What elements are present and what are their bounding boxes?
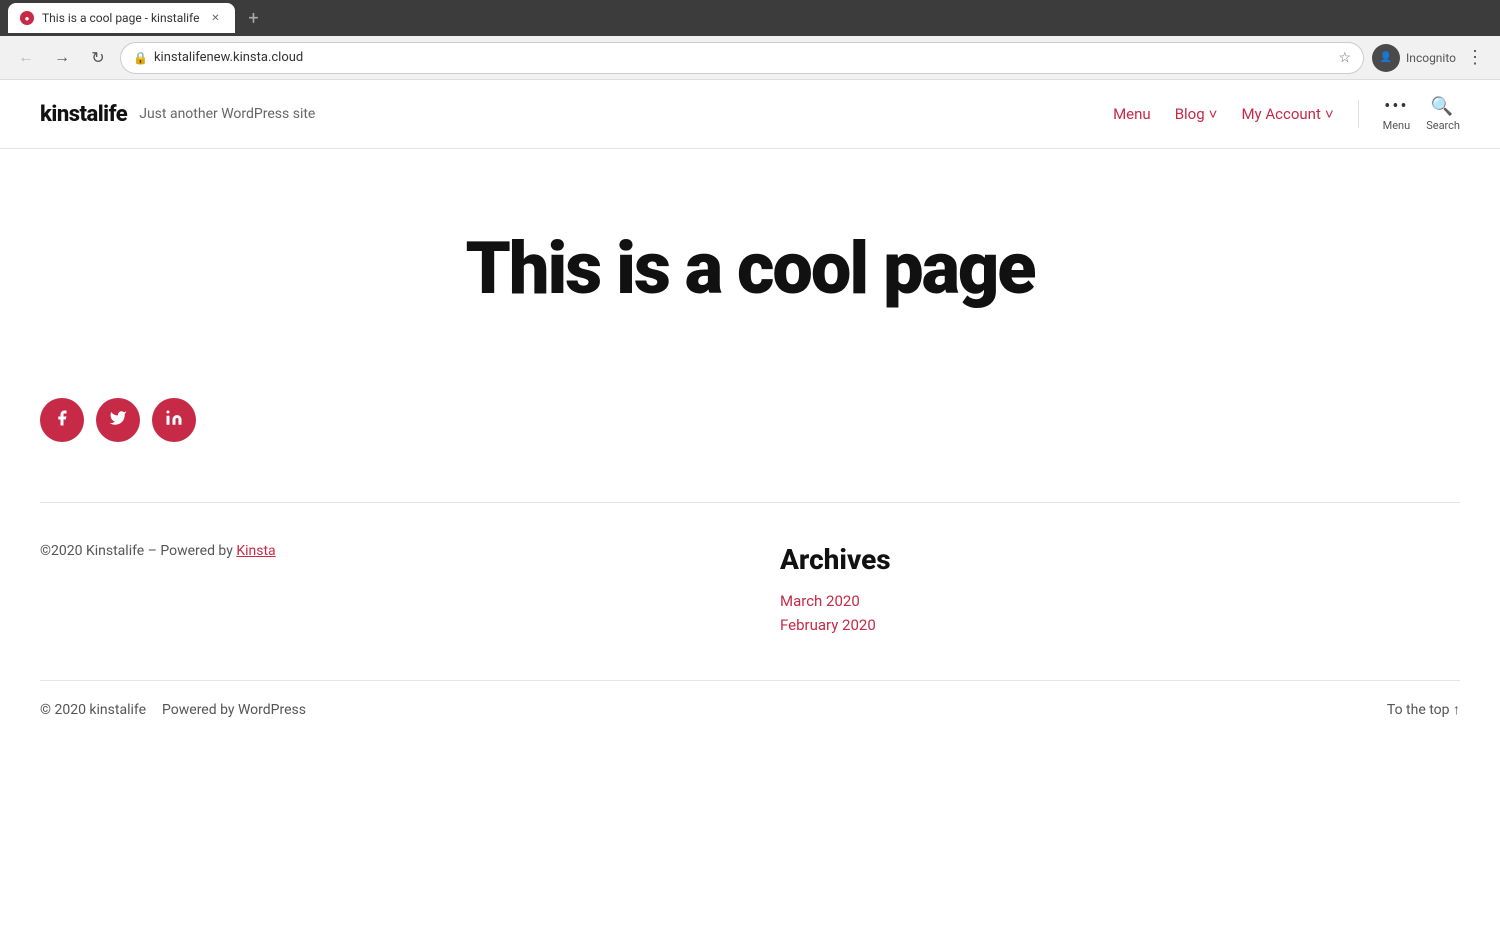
my-account-label: My Account <box>1241 105 1320 123</box>
reload-button[interactable]: ↻ <box>84 44 112 72</box>
new-tab-button[interactable]: + <box>239 4 267 32</box>
footer-widgets: ©2020 Kinstalife – Powered by Kinsta Arc… <box>0 503 1500 680</box>
dots-menu-icon: ••• <box>1384 96 1408 117</box>
footer-copyright: ©2020 Kinstalife – Powered by Kinsta <box>40 543 720 559</box>
bookmark-icon[interactable]: ☆ <box>1338 50 1351 66</box>
incognito-label: Incognito <box>1406 51 1456 65</box>
address-bar[interactable]: 🔒 kinstalifenew.kinsta.cloud ☆ <box>120 42 1364 74</box>
archives-title: Archives <box>780 543 1460 576</box>
archive-february-label: February 2020 <box>780 616 876 634</box>
footer-bottom-left: © 2020 kinstalife Powered by WordPress <box>40 702 306 718</box>
back-button[interactable]: ← <box>12 44 40 72</box>
incognito-icon: 👤 <box>1380 52 1392 63</box>
menu-nav-item[interactable]: Menu <box>1113 105 1151 123</box>
bottom-copyright: © 2020 kinstalife <box>40 702 146 718</box>
tab-favicon: ● <box>20 11 34 25</box>
search-nav-item[interactable]: 🔍 Search <box>1426 96 1460 132</box>
site-nav: Menu Blog ˅ My Account ˅ ••• Menu 🔍 Sear… <box>1113 96 1460 132</box>
browser-menu-button[interactable]: ⋮ <box>1462 43 1488 72</box>
facebook-icon <box>53 409 71 432</box>
browser-toolbar: ← → ↻ 🔒 kinstalifenew.kinsta.cloud ☆ 👤 I… <box>0 36 1500 80</box>
social-icons-row <box>40 398 1460 442</box>
blog-chevron-icon: ˅ <box>1209 105 1218 123</box>
browser-tab-bar: ● This is a cool page - kinstalife ✕ + <box>0 0 1500 36</box>
footer-social <box>0 368 1500 502</box>
tab-close-button[interactable]: ✕ <box>207 10 223 26</box>
nav-divider <box>1358 100 1359 128</box>
nav-extras: ••• Menu 🔍 Search <box>1383 96 1460 132</box>
url-text: kinstalifenew.kinsta.cloud <box>154 50 1333 65</box>
search-icon: 🔍 <box>1431 96 1455 117</box>
site-header: kinstalife Just another WordPress site M… <box>0 80 1500 149</box>
site-tagline: Just another WordPress site <box>139 106 315 122</box>
kinsta-link[interactable]: Kinsta <box>236 543 275 559</box>
logo-area: kinstalife Just another WordPress site <box>40 102 315 127</box>
linkedin-button[interactable] <box>152 398 196 442</box>
profile-button[interactable]: 👤 <box>1372 44 1400 72</box>
my-account-chevron-icon: ˅ <box>1325 105 1334 123</box>
twitter-button[interactable] <box>96 398 140 442</box>
to-top-link[interactable]: To the top ↑ <box>1387 701 1460 718</box>
toolbar-right: 👤 Incognito ⋮ <box>1372 43 1488 72</box>
facebook-button[interactable] <box>40 398 84 442</box>
extras-menu-item[interactable]: ••• Menu <box>1383 96 1411 132</box>
extras-search-label: Search <box>1426 119 1460 132</box>
archive-link-march[interactable]: March 2020 <box>780 592 1460 610</box>
archive-link-february[interactable]: February 2020 <box>780 616 1460 634</box>
footer-left: ©2020 Kinstalife – Powered by Kinsta <box>40 543 720 640</box>
site-main: This is a cool page <box>0 149 1500 368</box>
footer-bottom: © 2020 kinstalife Powered by WordPress T… <box>0 681 1500 738</box>
linkedin-icon <box>165 409 183 432</box>
tab-title: This is a cool page - kinstalife <box>42 11 199 25</box>
lock-icon: 🔒 <box>133 51 148 65</box>
archive-march-label: March 2020 <box>780 592 860 610</box>
extras-menu-label: Menu <box>1383 119 1411 132</box>
blog-nav-label: Blog <box>1175 105 1205 123</box>
copyright-text: ©2020 Kinstalife – Powered by <box>40 543 233 559</box>
twitter-icon <box>109 409 127 432</box>
active-tab[interactable]: ● This is a cool page - kinstalife ✕ <box>8 3 235 33</box>
powered-by-text: Powered by WordPress <box>162 702 306 718</box>
page-title: This is a cool page <box>40 229 1460 308</box>
footer-right: Archives March 2020 February 2020 <box>780 543 1460 640</box>
my-account-nav-item[interactable]: My Account ˅ <box>1241 105 1333 123</box>
site-logo[interactable]: kinstalife <box>40 102 127 127</box>
blog-nav-item[interactable]: Blog ˅ <box>1175 105 1218 123</box>
forward-button[interactable]: → <box>48 44 76 72</box>
